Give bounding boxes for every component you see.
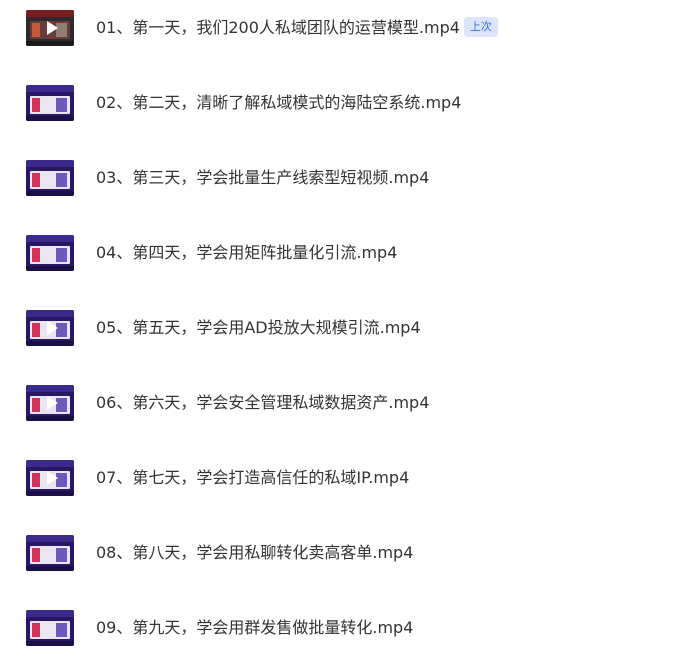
file-name[interactable]: 05、第五天，学会用AD投放大规模引流.mp4 <box>96 318 421 337</box>
file-name[interactable]: 01、第一天，我们200人私域团队的运营模型.mp4 <box>96 18 460 37</box>
video-thumbnail[interactable] <box>26 385 74 421</box>
file-row[interactable]: 09、第九天，学会用群发售做批量转化.mp4 <box>0 600 690 656</box>
file-row[interactable]: 02、第二天，清晰了解私域模式的海陆空系统.mp4 <box>0 75 690 131</box>
file-row[interactable]: 01、第一天，我们200人私域团队的运营模型.mp4 上次 <box>0 0 690 56</box>
file-name[interactable]: 08、第八天，学会用私聊转化卖高客单.mp4 <box>96 543 413 562</box>
file-name[interactable]: 02、第二天，清晰了解私域模式的海陆空系统.mp4 <box>96 93 461 112</box>
last-watched-badge: 上次 <box>463 16 498 37</box>
video-thumbnail[interactable] <box>26 460 74 496</box>
file-row[interactable]: 08、第八天，学会用私聊转化卖高客单.mp4 <box>0 525 690 581</box>
video-thumbnail[interactable] <box>26 160 74 196</box>
file-row[interactable]: 05、第五天，学会用AD投放大规模引流.mp4 <box>0 300 690 356</box>
video-thumbnail[interactable] <box>26 310 74 346</box>
play-icon <box>47 471 58 485</box>
file-name[interactable]: 04、第四天，学会用矩阵批量化引流.mp4 <box>96 243 397 262</box>
file-name[interactable]: 09、第九天，学会用群发售做批量转化.mp4 <box>96 618 413 637</box>
video-thumbnail[interactable] <box>26 85 74 121</box>
play-icon <box>47 21 58 35</box>
play-icon <box>47 396 58 410</box>
video-thumbnail[interactable] <box>26 535 74 571</box>
file-row[interactable]: 07、第七天，学会打造高信任的私域IP.mp4 <box>0 450 690 506</box>
file-row[interactable]: 03、第三天，学会批量生产线索型短视频.mp4 <box>0 150 690 206</box>
file-name[interactable]: 07、第七天，学会打造高信任的私域IP.mp4 <box>96 468 409 487</box>
video-thumbnail[interactable] <box>26 235 74 271</box>
file-row[interactable]: 06、第六天，学会安全管理私域数据资产.mp4 <box>0 375 690 431</box>
play-icon <box>47 321 58 335</box>
file-row[interactable]: 04、第四天，学会用矩阵批量化引流.mp4 <box>0 225 690 281</box>
video-thumbnail[interactable] <box>26 610 74 646</box>
file-name[interactable]: 06、第六天，学会安全管理私域数据资产.mp4 <box>96 393 429 412</box>
file-name[interactable]: 03、第三天，学会批量生产线索型短视频.mp4 <box>96 168 429 187</box>
video-thumbnail[interactable] <box>26 10 74 46</box>
